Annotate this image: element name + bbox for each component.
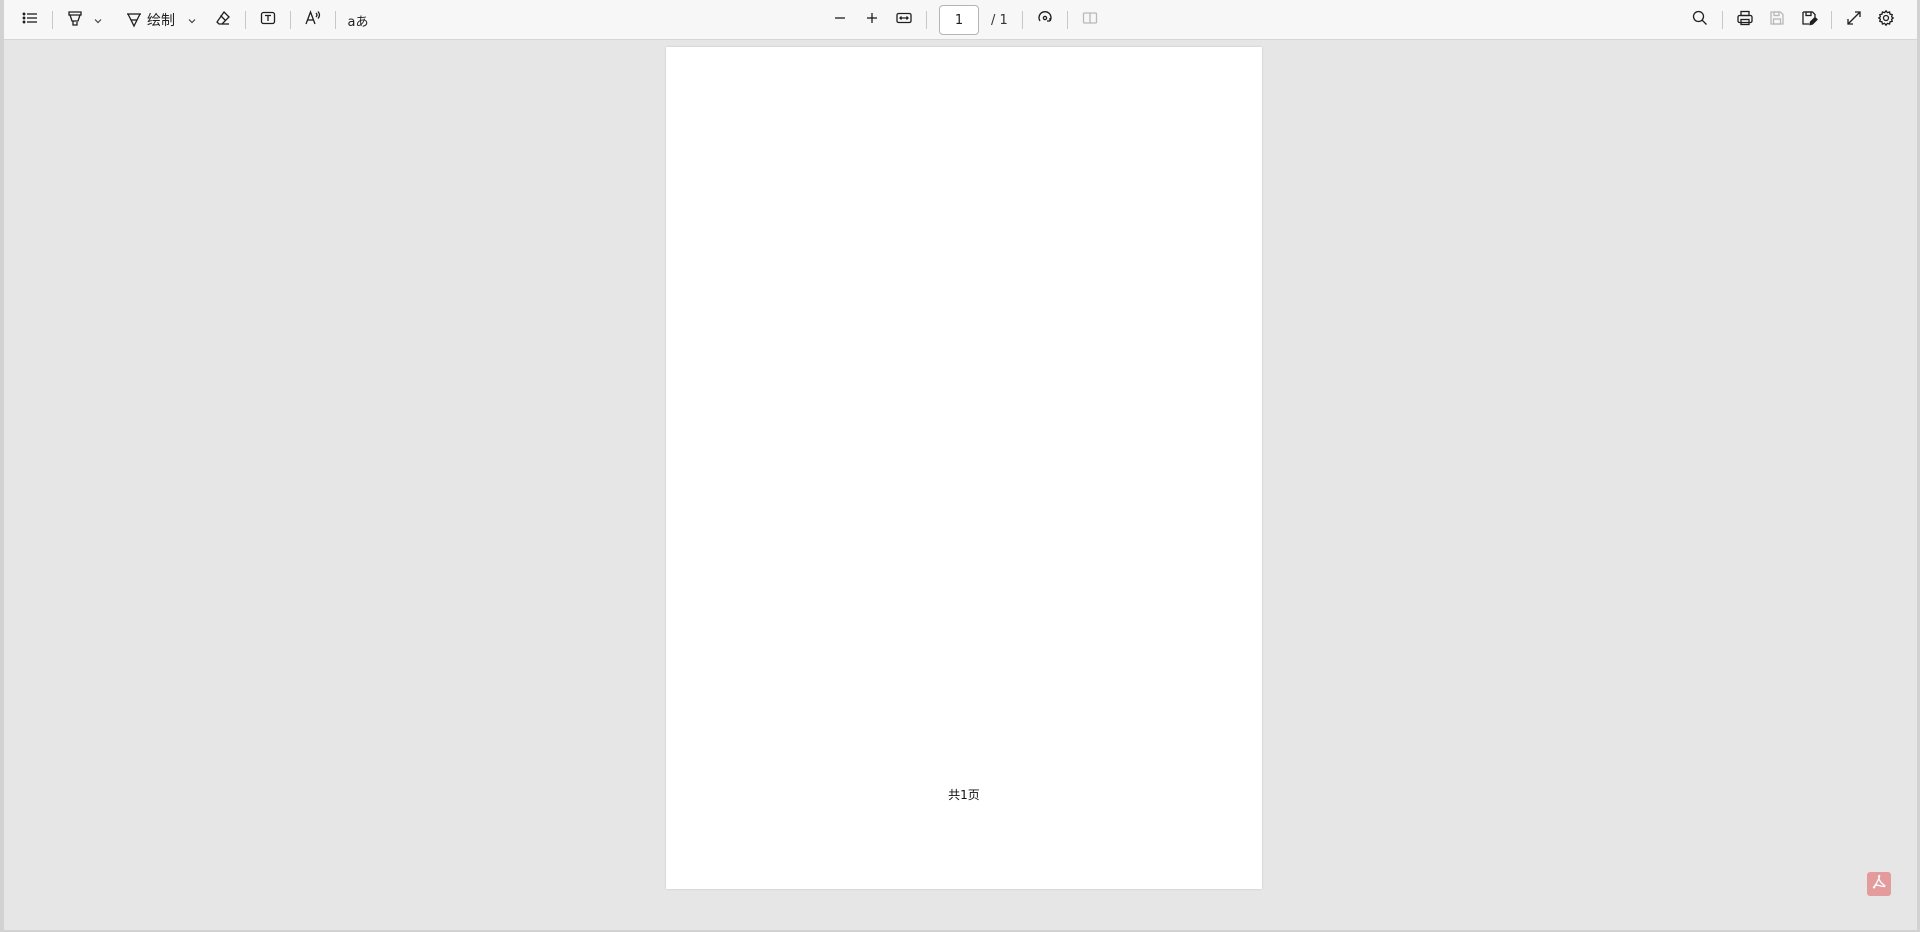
chevron-down-icon <box>187 11 197 30</box>
toolbar-right <box>1684 0 1902 40</box>
two-page-icon <box>1081 9 1099 31</box>
toolbar: 绘制 aあ 1 / 1 <box>4 0 1917 40</box>
toolbar-separator <box>335 11 336 29</box>
toolbar-separator <box>926 11 927 29</box>
chevron-down-icon <box>93 11 103 30</box>
translate-button[interactable]: aあ <box>342 4 374 36</box>
minus-icon <box>831 9 849 31</box>
toolbar-separator <box>245 11 246 29</box>
page-number-input[interactable] <box>939 5 979 35</box>
save-as-icon <box>1800 9 1818 31</box>
fullscreen-icon <box>1845 9 1863 31</box>
pen-icon <box>125 11 143 29</box>
list-icon <box>21 9 39 31</box>
save-button[interactable] <box>1761 4 1793 36</box>
translate-icon: aあ <box>347 14 369 30</box>
zoom-out-button[interactable] <box>824 4 856 36</box>
toolbar-center: / 1 <box>824 0 1106 40</box>
toolbar-separator <box>1722 11 1723 29</box>
toolbar-separator <box>52 11 53 29</box>
acrobat-pdf-icon <box>1871 874 1887 894</box>
draw-options-button[interactable] <box>185 4 199 36</box>
print-button[interactable] <box>1729 4 1761 36</box>
contents-button[interactable] <box>14 4 46 36</box>
gear-icon <box>1877 9 1895 31</box>
search-button[interactable] <box>1684 4 1716 36</box>
eraser-button[interactable] <box>207 4 239 36</box>
pdf-app-badge <box>1867 872 1891 896</box>
highlight-button[interactable] <box>59 4 91 36</box>
toolbar-separator <box>1831 11 1832 29</box>
print-icon <box>1736 9 1754 31</box>
pdf-viewer-window: 绘制 aあ 1 / 1 共1页 <box>0 0 1920 932</box>
save-icon <box>1768 9 1786 31</box>
highlighter-icon <box>66 9 84 31</box>
document-page: 共1页 <box>666 47 1262 889</box>
search-icon <box>1691 9 1709 31</box>
fullscreen-button[interactable] <box>1838 4 1870 36</box>
read-aloud-icon <box>304 9 322 31</box>
settings-button[interactable] <box>1870 4 1902 36</box>
eraser-icon <box>214 9 232 31</box>
add-text-button[interactable] <box>252 4 284 36</box>
page-footer-text: 共1页 <box>948 788 980 802</box>
rotate-icon <box>1036 9 1054 31</box>
rotate-button[interactable] <box>1029 4 1061 36</box>
page-view-button[interactable] <box>1074 4 1106 36</box>
save-as-button[interactable] <box>1793 4 1825 36</box>
toolbar-separator <box>1021 11 1023 29</box>
toolbar-left: 绘制 aあ <box>14 0 374 40</box>
text-box-icon <box>259 9 277 31</box>
page-total: / 1 <box>991 12 1008 28</box>
fit-width-icon <box>895 9 913 31</box>
toolbar-separator <box>1066 11 1068 29</box>
draw-label: 绘制 <box>147 13 175 29</box>
read-aloud-button[interactable] <box>297 4 329 36</box>
fit-to-width-button[interactable] <box>888 4 920 36</box>
toolbar-separator <box>290 11 291 29</box>
highlight-options-button[interactable] <box>91 4 105 36</box>
plus-icon <box>863 9 881 31</box>
zoom-in-button[interactable] <box>856 4 888 36</box>
draw-button[interactable]: 绘制 <box>123 4 185 36</box>
